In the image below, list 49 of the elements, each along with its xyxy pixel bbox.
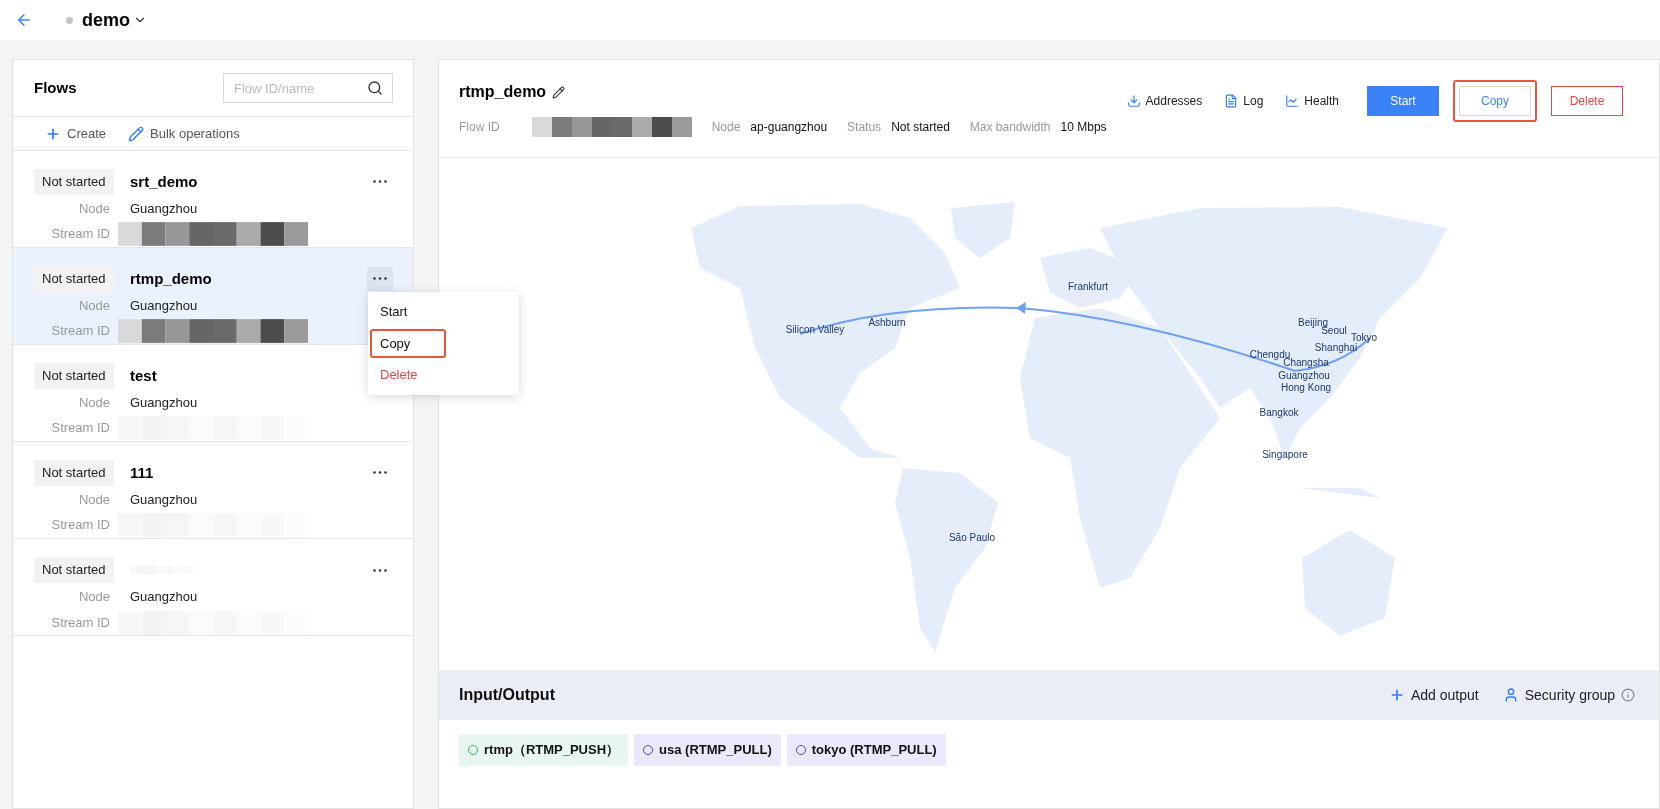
city-label: São Paulo: [948, 532, 996, 543]
status-badge: Not started: [34, 169, 114, 195]
field-value: Not started: [891, 119, 950, 136]
field-label: Stream ID: [50, 322, 110, 341]
field-label: Node: [77, 199, 110, 218]
field-label: Status: [847, 119, 882, 136]
field-label: Node: [77, 490, 110, 509]
flow-name: rtmp_demo: [130, 269, 212, 287]
status-badge: Not started: [34, 266, 114, 292]
status-badge: Not started: [34, 460, 114, 486]
page-title: demo: [82, 8, 130, 32]
field-label: Stream ID: [50, 419, 110, 438]
city-label: Hong Kong: [1281, 382, 1331, 393]
city-label: Bangkok: [1259, 407, 1299, 418]
city-label: Silicon Valley: [785, 324, 845, 335]
city-label: Tokyo: [1350, 332, 1378, 343]
field-label: Max bandwidth: [969, 119, 1051, 136]
city-label: Ashburn: [868, 317, 906, 328]
field-label: Stream ID: [50, 613, 110, 632]
city-label: Singapore: [1262, 449, 1308, 460]
city-label: Seoul: [1321, 325, 1347, 336]
node-value: Guangzhou: [130, 490, 198, 509]
city-label: Shanghai: [1314, 342, 1358, 353]
field-value: 10 Mbps: [1060, 119, 1107, 136]
field-label: Stream ID: [50, 516, 110, 535]
node-value: Guangzhou: [130, 588, 198, 606]
field-label: Flow ID: [459, 119, 500, 136]
flow-title: rtmp_demo: [459, 82, 547, 102]
field-label: Stream ID: [50, 225, 110, 244]
node-value: Guangzhou: [130, 199, 198, 218]
field-value: ap-guangzhou: [750, 119, 828, 136]
node-value: Guangzhou: [130, 296, 198, 315]
field-label: Node: [77, 296, 110, 315]
field-label: Node: [711, 119, 741, 136]
flow-name: 111: [130, 463, 154, 481]
node-value: Guangzhou: [130, 393, 198, 412]
flow-name: srt_demo: [130, 172, 198, 190]
field-label: Node: [77, 393, 110, 412]
field-label: Node: [77, 588, 110, 606]
status-badge: Not started: [34, 557, 114, 583]
panel-title: Flows: [34, 77, 77, 98]
status-badge: Not started: [34, 363, 114, 389]
city-label: Guangzhou: [1278, 370, 1330, 381]
city-label: Frankfurt: [1068, 281, 1108, 292]
city-label: Chengdu: [1249, 349, 1291, 360]
flow-name: test: [130, 366, 157, 384]
city-label: Changsha: [1283, 357, 1329, 368]
city-label: Beijing: [1298, 317, 1328, 328]
section-title: Input/Output: [459, 685, 555, 705]
